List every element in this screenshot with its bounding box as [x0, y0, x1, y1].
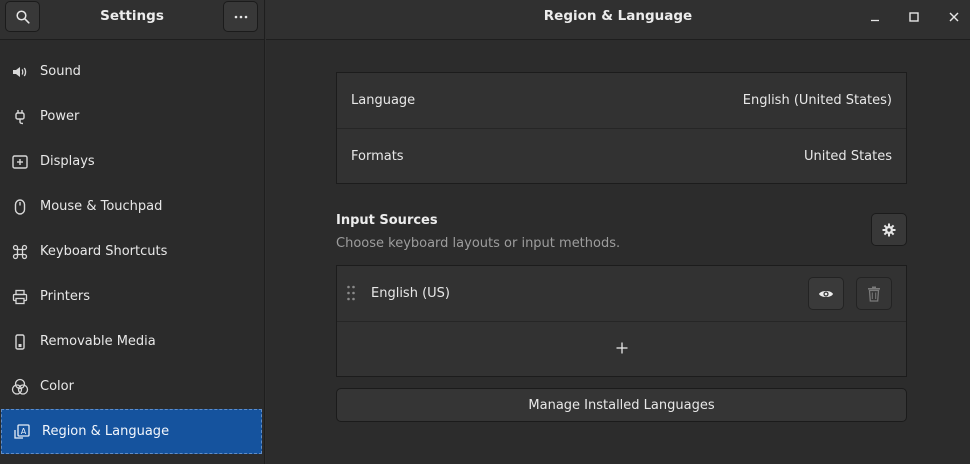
sidebar-item-printers[interactable]: Printers	[0, 274, 264, 319]
sidebar-item-displays[interactable]: Displays	[0, 139, 264, 184]
eye-icon	[819, 290, 833, 297]
usb-drive-icon	[11, 333, 29, 351]
show-layout-button[interactable]	[808, 277, 844, 310]
more-horizontal-icon	[234, 15, 247, 18]
remove-input-source-button[interactable]	[856, 277, 892, 310]
mouse-icon	[11, 198, 29, 216]
formats-value: United States	[803, 148, 892, 164]
input-sources-subtitle: Choose keyboard layouts or input methods…	[336, 236, 621, 251]
sidebar-item-color[interactable]: Color	[0, 364, 264, 409]
sidebar-item-label: Power	[40, 109, 80, 124]
input-sources-list: English (US)	[336, 265, 907, 377]
main-header: Region & Language	[266, 0, 970, 40]
maximize-button[interactable]	[901, 6, 927, 28]
sidebar-list: Sound Power Displays Mouse & Touchpad Ke…	[0, 49, 264, 454]
formats-row[interactable]: Formats United States	[337, 128, 906, 183]
trash-icon	[868, 286, 880, 302]
minimize-button[interactable]	[862, 6, 888, 28]
sidebar-item-sound[interactable]: Sound	[0, 49, 264, 94]
input-source-name: English (US)	[371, 286, 450, 301]
language-row[interactable]: Language English (United States)	[337, 73, 906, 128]
formats-label: Formats	[351, 148, 404, 164]
sidebar-item-mouse-touchpad[interactable]: Mouse & Touchpad	[0, 184, 264, 229]
sidebar-item-label: Displays	[40, 154, 95, 169]
sidebar-header: Settings	[0, 0, 264, 40]
maximize-icon	[909, 12, 919, 22]
sidebar-item-power[interactable]: Power	[0, 94, 264, 139]
svg-text:A: A	[21, 427, 27, 436]
minimize-icon	[871, 19, 879, 22]
sidebar-item-label: Sound	[40, 64, 81, 79]
sidebar-item-label: Printers	[40, 289, 91, 304]
input-source-row[interactable]: English (US)	[337, 266, 906, 321]
sidebar-item-label: Mouse & Touchpad	[40, 199, 163, 214]
printer-icon	[11, 288, 29, 306]
sidebar-item-region-language[interactable]: A Region & Language	[1, 409, 262, 454]
language-formats-card: Language English (United States) Formats…	[336, 72, 907, 184]
language-icon: A	[13, 423, 31, 441]
sidebar-item-label: Keyboard Shortcuts	[40, 244, 168, 259]
manage-installed-languages-button[interactable]: Manage Installed Languages	[336, 388, 907, 422]
command-key-icon	[11, 243, 29, 261]
color-circles-icon	[11, 378, 29, 396]
drag-handle-icon[interactable]	[346, 285, 356, 305]
main-panel: Region & Language Language English (Unit…	[266, 0, 970, 464]
input-sources-options-button[interactable]	[871, 213, 907, 246]
add-icon	[337, 340, 906, 358]
close-button[interactable]	[941, 6, 967, 28]
power-plug-icon	[11, 108, 29, 126]
add-input-source-row[interactable]	[337, 321, 906, 376]
sidebar-item-label: Removable Media	[40, 334, 156, 349]
close-icon	[949, 12, 959, 22]
main-menu-button[interactable]	[223, 1, 258, 32]
display-icon	[11, 153, 29, 171]
sidebar-item-label: Color	[40, 379, 74, 394]
gear-icon	[882, 223, 896, 236]
speaker-icon	[11, 63, 29, 81]
sidebar-item-label: Region & Language	[42, 424, 170, 439]
language-label: Language	[351, 93, 416, 108]
sidebar: Settings Sound Power Displays Mouse & To…	[0, 0, 265, 464]
language-value: English (United States)	[742, 93, 892, 108]
input-sources-title: Input Sources	[336, 213, 438, 228]
sidebar-item-keyboard-shortcuts[interactable]: Keyboard Shortcuts	[0, 229, 264, 274]
sidebar-item-removable-media[interactable]: Removable Media	[0, 319, 264, 364]
